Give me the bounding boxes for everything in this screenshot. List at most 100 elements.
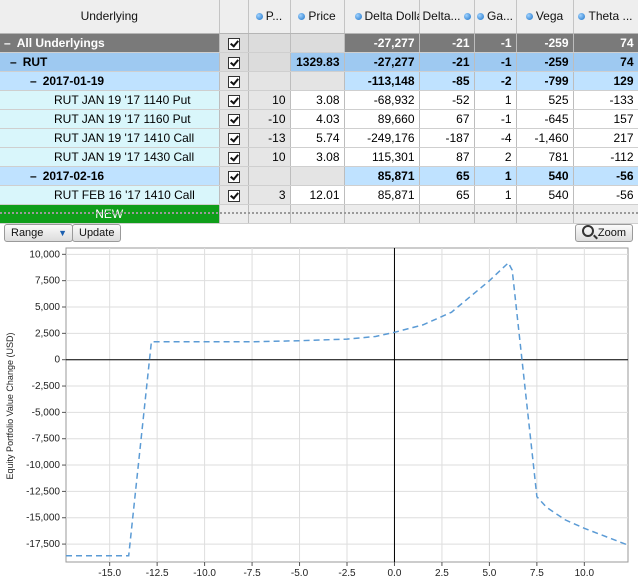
row-name-cell[interactable]: RUT JAN 19 '17 1430 Call (0, 147, 220, 167)
column-info-icon (525, 13, 533, 20)
new-position-button[interactable]: NEW (0, 204, 220, 224)
theta-cell: 129 (573, 71, 638, 91)
position-cell: 10 (248, 90, 291, 110)
y-tick-label: -12,500 (26, 486, 60, 497)
underlying-row[interactable]: – RUT 1329.83 -27,277 -21 -1 -259 74 (0, 52, 638, 72)
x-tick-label: -2.5 (338, 568, 356, 579)
row-name-cell[interactable]: – All Underlyings (0, 33, 220, 53)
col-theta-header[interactable]: Theta ... (573, 0, 638, 34)
column-info-icon (354, 13, 362, 20)
row-name-cell[interactable]: RUT JAN 19 '17 1160 Put (0, 109, 220, 129)
empty-cell (344, 204, 420, 224)
delta-dollars-cell: -68,932 (344, 90, 420, 110)
include-cell (219, 128, 249, 148)
col-check-header[interactable] (219, 0, 249, 34)
gamma-cell: -1 (474, 109, 517, 129)
position-row[interactable]: RUT JAN 19 '17 1140 Put 10 3.08 -68,932 -52 1… (0, 90, 638, 110)
theta-cell: -56 (573, 166, 638, 186)
row-name: RUT JAN 19 '17 1140 Put (54, 93, 191, 107)
row-name-cell[interactable]: –2017-02-16 (0, 166, 220, 186)
position-row[interactable]: RUT JAN 19 '17 1410 Call -13 5.74 -249,176-… (0, 128, 638, 148)
price-cell: 4.03 (290, 109, 345, 129)
zoom-button[interactable]: Zoom (574, 224, 633, 242)
row-name-cell[interactable]: RUT JAN 19 '17 1140 Put (0, 90, 220, 110)
y-tick-label: 10,000 (29, 249, 60, 260)
col-vega-header[interactable]: Vega (516, 0, 574, 34)
x-tick-label: -12.5 (146, 568, 169, 579)
position-row[interactable]: RUT JAN 19 '17 1160 Put -10 4.03 89,660 67 -1… (0, 109, 638, 129)
col-position-header[interactable]: P... (248, 0, 291, 34)
update-button[interactable]: Update (72, 224, 122, 242)
collapse-icon[interactable]: – (4, 36, 11, 50)
theta-cell: -112 (573, 147, 638, 167)
vega-cell: -259 (516, 52, 574, 72)
include-checkbox[interactable] (227, 170, 240, 183)
delta-dollars-cell: 89,660 (344, 109, 420, 129)
price-cell (290, 71, 345, 91)
include-checkbox[interactable] (227, 56, 240, 69)
position-cell: -10 (248, 109, 291, 129)
include-checkbox[interactable] (227, 75, 240, 88)
range-dropdown[interactable]: Range ▼ (4, 224, 73, 242)
include-checkbox[interactable] (227, 37, 240, 50)
theta-cell: 157 (573, 109, 638, 129)
col-gamma-header[interactable]: Ga... (474, 0, 517, 34)
include-checkbox[interactable] (227, 94, 240, 107)
y-tick-label: 2,500 (35, 328, 60, 339)
delta-cell: -85 (419, 71, 475, 91)
expiry-row[interactable]: –2017-02-16 85,871 65 1 540 -56 (0, 166, 638, 186)
x-tick-label: -10.0 (193, 568, 216, 579)
position-cell (248, 33, 291, 53)
delta-dollars-cell: 115,301 (344, 147, 420, 167)
collapse-icon[interactable]: – (30, 74, 37, 88)
chart-svg: -17,500 -15,000 -12,500 -10,000 -7,500 -5,000… (26, 247, 629, 579)
row-name: 2017-01-19 (42, 74, 105, 88)
theta-cell: -133 (573, 90, 638, 110)
gamma-cell: 1 (474, 166, 517, 186)
portfolio-table: Underlying P... Price Delta Dollars Delt… (0, 0, 638, 224)
row-name: RUT JAN 19 '17 1410 Call (54, 131, 195, 145)
panel-splitter[interactable] (0, 212, 638, 214)
include-checkbox[interactable] (227, 113, 240, 126)
position-row[interactable]: RUT JAN 19 '17 1430 Call 10 3.08 115,301 87 2… (0, 147, 638, 167)
row-name-cell[interactable]: RUT JAN 19 '17 1410 Call (0, 128, 220, 148)
chart-toolbar: Range ▼ Update Zoom (0, 222, 638, 244)
y-tick-label: -7,500 (32, 434, 61, 445)
col-delta-dollars-header[interactable]: Delta Dollars (344, 0, 420, 34)
all-row[interactable]: – All Underlyings -27,277 -21 -1 -259 74 (0, 33, 638, 53)
position-cell: 10 (248, 147, 291, 167)
row-name-cell[interactable]: –2017-01-19 (0, 71, 220, 91)
col-underlying-header[interactable]: Underlying (0, 0, 220, 34)
include-checkbox[interactable] (227, 132, 240, 145)
vega-cell: -799 (516, 71, 574, 91)
position-cell: -13 (248, 128, 291, 148)
position-row[interactable]: RUT FEB 16 '17 1410 Call 3 12.01 85,871 65 1 5… (0, 185, 638, 205)
delta-cell: 67 (419, 109, 475, 129)
row-name: RUT FEB 16 '17 1410 Call (54, 188, 195, 202)
x-tick-label: 5.0 (482, 568, 496, 579)
portfolio-grid: Underlying P... Price Delta Dollars Delt… (0, 0, 638, 224)
theta-cell: 217 (573, 128, 638, 148)
gamma-cell: 2 (474, 147, 517, 167)
price-cell: 3.08 (290, 90, 345, 110)
new-row[interactable]: NEW (0, 204, 638, 224)
include-checkbox[interactable] (227, 151, 240, 164)
column-info-icon (463, 13, 471, 20)
vega-cell: 540 (516, 166, 574, 186)
include-checkbox[interactable] (227, 189, 240, 202)
y-tick-label: -2,500 (32, 381, 61, 392)
row-name: 2017-02-16 (42, 169, 105, 183)
collapse-icon[interactable]: – (30, 169, 37, 183)
x-tick-label: 2.5 (435, 568, 449, 579)
include-cell (219, 52, 249, 72)
theta-cell: 74 (573, 52, 638, 72)
x-tick-label: 0.0 (388, 568, 402, 579)
expiry-row[interactable]: –2017-01-19 -113,148 -85 -2 -799 129 (0, 71, 638, 91)
row-name-cell[interactable]: RUT FEB 16 '17 1410 Call (0, 185, 220, 205)
collapse-icon[interactable]: – (10, 55, 17, 69)
row-name: RUT JAN 19 '17 1430 Call (54, 150, 195, 164)
col-price-header[interactable]: Price (290, 0, 345, 34)
col-delta-header[interactable]: Delta... (419, 0, 475, 34)
empty-cell (219, 204, 249, 224)
row-name-cell[interactable]: – RUT (0, 52, 220, 72)
